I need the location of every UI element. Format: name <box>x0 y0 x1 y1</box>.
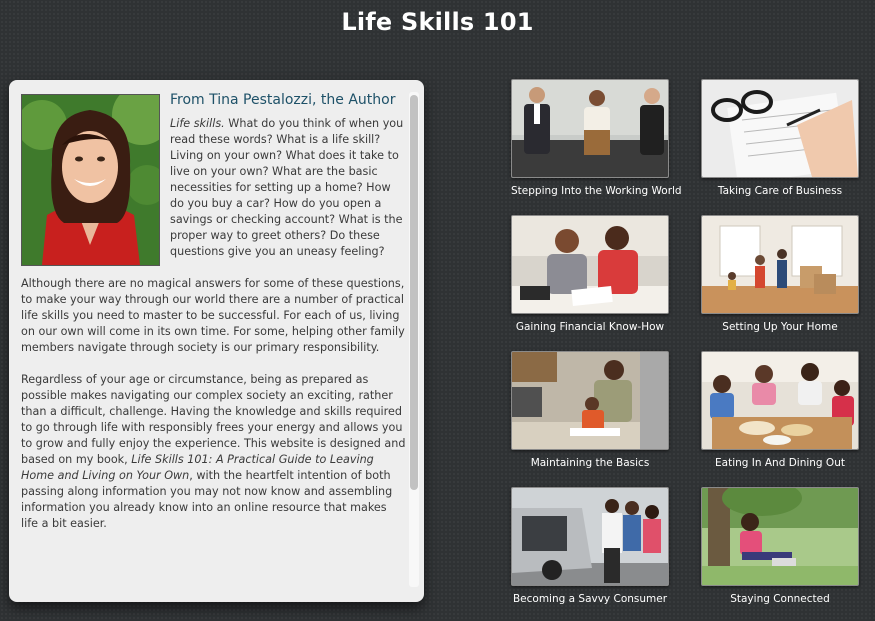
tile-caption[interactable]: Becoming a Savvy Consumer <box>511 593 669 605</box>
intro-text: What do you think of when you read these… <box>170 117 404 258</box>
business-image[interactable] <box>701 79 859 178</box>
second-paragraph: Although there are no magical answers fo… <box>21 277 405 354</box>
author-scroll-area[interactable]: From Tina Pestalozzi, the Author Life sk… <box>21 92 406 592</box>
third-paragraph: Regardless of your age or circumstance, … <box>21 372 406 532</box>
financial-image[interactable] <box>511 215 669 314</box>
tile-caption[interactable]: Gaining Financial Know-How <box>511 321 669 333</box>
intro-italic: Life skills. <box>170 117 225 130</box>
basics-image[interactable] <box>511 351 669 450</box>
tile-caption[interactable]: Taking Care of Business <box>701 185 859 197</box>
tile-savvy-consumer[interactable]: Becoming a Savvy Consumer <box>511 487 669 605</box>
tile-caption[interactable]: Eating In And Dining Out <box>701 457 859 469</box>
scrollbar-thumb[interactable] <box>410 95 418 490</box>
tile-financial-know-how[interactable]: Gaining Financial Know-How <box>511 215 669 333</box>
tile-caption[interactable]: Staying Connected <box>701 593 859 605</box>
scrollbar-track[interactable] <box>409 92 419 587</box>
author-photo <box>21 94 160 266</box>
tile-eating-dining[interactable]: Eating In And Dining Out <box>701 351 859 469</box>
dining-image[interactable] <box>701 351 859 450</box>
working-world-image[interactable] <box>511 79 669 178</box>
tile-taking-care-of-business[interactable]: Taking Care of Business <box>701 79 859 197</box>
tile-staying-connected[interactable]: Staying Connected <box>701 487 859 605</box>
tile-caption[interactable]: Setting Up Your Home <box>701 321 859 333</box>
author-panel: From Tina Pestalozzi, the Author Life sk… <box>9 80 424 602</box>
page-title: Life Skills 101 <box>341 8 534 36</box>
tile-caption[interactable]: Maintaining the Basics <box>511 457 669 469</box>
tile-setting-up-home[interactable]: Setting Up Your Home <box>701 215 859 333</box>
consumer-image[interactable] <box>511 487 669 586</box>
connected-image[interactable] <box>701 487 859 586</box>
tile-caption[interactable]: Stepping Into the Working World <box>511 185 682 197</box>
tile-working-world[interactable]: Stepping Into the Working World <box>511 79 682 197</box>
home-image[interactable] <box>701 215 859 314</box>
tile-maintaining-basics[interactable]: Maintaining the Basics <box>511 351 669 469</box>
